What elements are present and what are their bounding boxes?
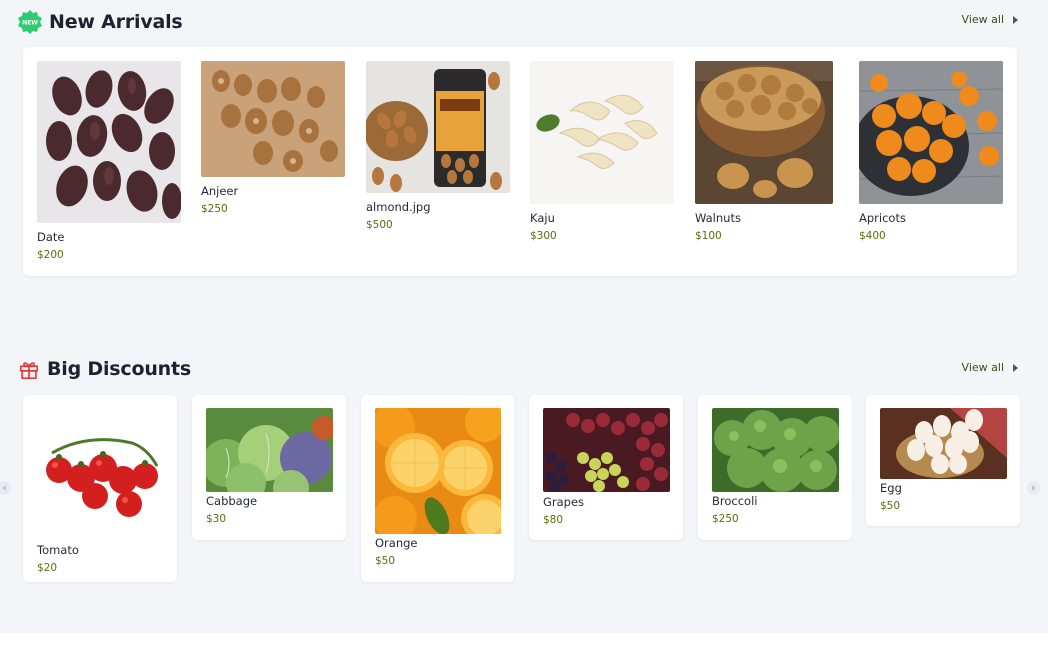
new-arrivals-header: NEW New Arrivals — [18, 10, 183, 34]
product-card[interactable]: Walnuts $100 — [695, 61, 833, 242]
caret-right-icon — [1013, 363, 1018, 372]
product-card[interactable]: Anjeer $250 — [201, 61, 345, 215]
page-footer-band — [0, 633, 1048, 652]
product-price: $300 — [530, 230, 557, 242]
product-name: Date — [37, 230, 65, 244]
product-name: Anjeer — [201, 184, 239, 198]
dried-figs-photo — [201, 61, 345, 177]
oranges-photo — [375, 408, 501, 534]
view-all-label: View all — [961, 13, 1004, 26]
section-title: Big Discounts — [47, 358, 191, 380]
almonds-jar-photo — [366, 61, 510, 193]
cabbages-photo — [206, 408, 333, 492]
cherry-tomatoes-photo — [37, 408, 163, 526]
product-price: $50 — [375, 555, 396, 567]
product-card[interactable]: Orange $50 — [361, 395, 514, 582]
grapes-photo — [543, 408, 670, 492]
product-card[interactable]: Kaju $300 — [530, 61, 674, 242]
product-price: $80 — [543, 514, 564, 526]
section-title: New Arrivals — [49, 11, 183, 33]
product-price: $30 — [206, 513, 227, 525]
product-price: $200 — [37, 249, 64, 261]
broccoli-photo — [712, 408, 839, 492]
product-price: $250 — [712, 513, 739, 525]
product-name: Tomato — [37, 543, 79, 557]
product-card[interactable]: Date $200 — [37, 61, 181, 261]
eggs-basket-photo — [880, 408, 1007, 479]
product-name: Kaju — [530, 211, 555, 225]
product-name: Grapes — [543, 495, 585, 509]
product-price: $500 — [366, 219, 393, 231]
dried-apricots-photo — [859, 61, 1003, 204]
product-name: Orange — [375, 536, 418, 550]
product-name: Walnuts — [695, 211, 741, 225]
product-price: $250 — [201, 203, 228, 215]
product-card[interactable]: Egg $50 — [866, 395, 1020, 526]
product-price: $400 — [859, 230, 886, 242]
product-price: $20 — [37, 562, 58, 574]
new-badge-icon: NEW — [18, 10, 42, 34]
cashews-photo — [530, 61, 674, 204]
carousel-next-button[interactable] — [1027, 481, 1041, 495]
product-name: Cabbage — [206, 494, 258, 508]
view-all-label: View all — [961, 361, 1004, 374]
product-card[interactable]: Grapes $80 — [529, 395, 683, 540]
product-card[interactable]: Broccoli $250 — [698, 395, 852, 540]
new-arrivals-view-all-link[interactable]: View all — [962, 13, 1018, 26]
product-name: Egg — [880, 481, 902, 495]
new-arrivals-panel: Date $200 Anjeer $250 almond.jpg $500 Ka… — [23, 47, 1017, 276]
product-card[interactable]: Apricots $400 — [859, 61, 1003, 242]
product-name: Broccoli — [712, 494, 758, 508]
carousel-prev-button[interactable] — [0, 481, 11, 495]
product-price: $50 — [880, 500, 901, 512]
gift-icon — [19, 362, 39, 379]
big-discounts-view-all-link[interactable]: View all — [962, 361, 1018, 374]
svg-text:NEW: NEW — [22, 20, 38, 27]
dates-photo — [37, 61, 181, 223]
product-name: almond.jpg — [366, 200, 431, 214]
product-name: Apricots — [859, 211, 906, 225]
product-card[interactable]: almond.jpg $500 — [366, 61, 510, 231]
big-discounts-header: Big Discounts — [18, 358, 191, 380]
product-card[interactable]: Cabbage $30 — [192, 395, 346, 540]
chevron-right-icon — [1032, 485, 1036, 491]
walnuts-bowl-photo — [695, 61, 833, 204]
caret-right-icon — [1013, 15, 1018, 24]
chevron-left-icon — [2, 485, 6, 491]
product-price: $100 — [695, 230, 722, 242]
product-card[interactable]: Tomato $20 — [23, 395, 177, 582]
